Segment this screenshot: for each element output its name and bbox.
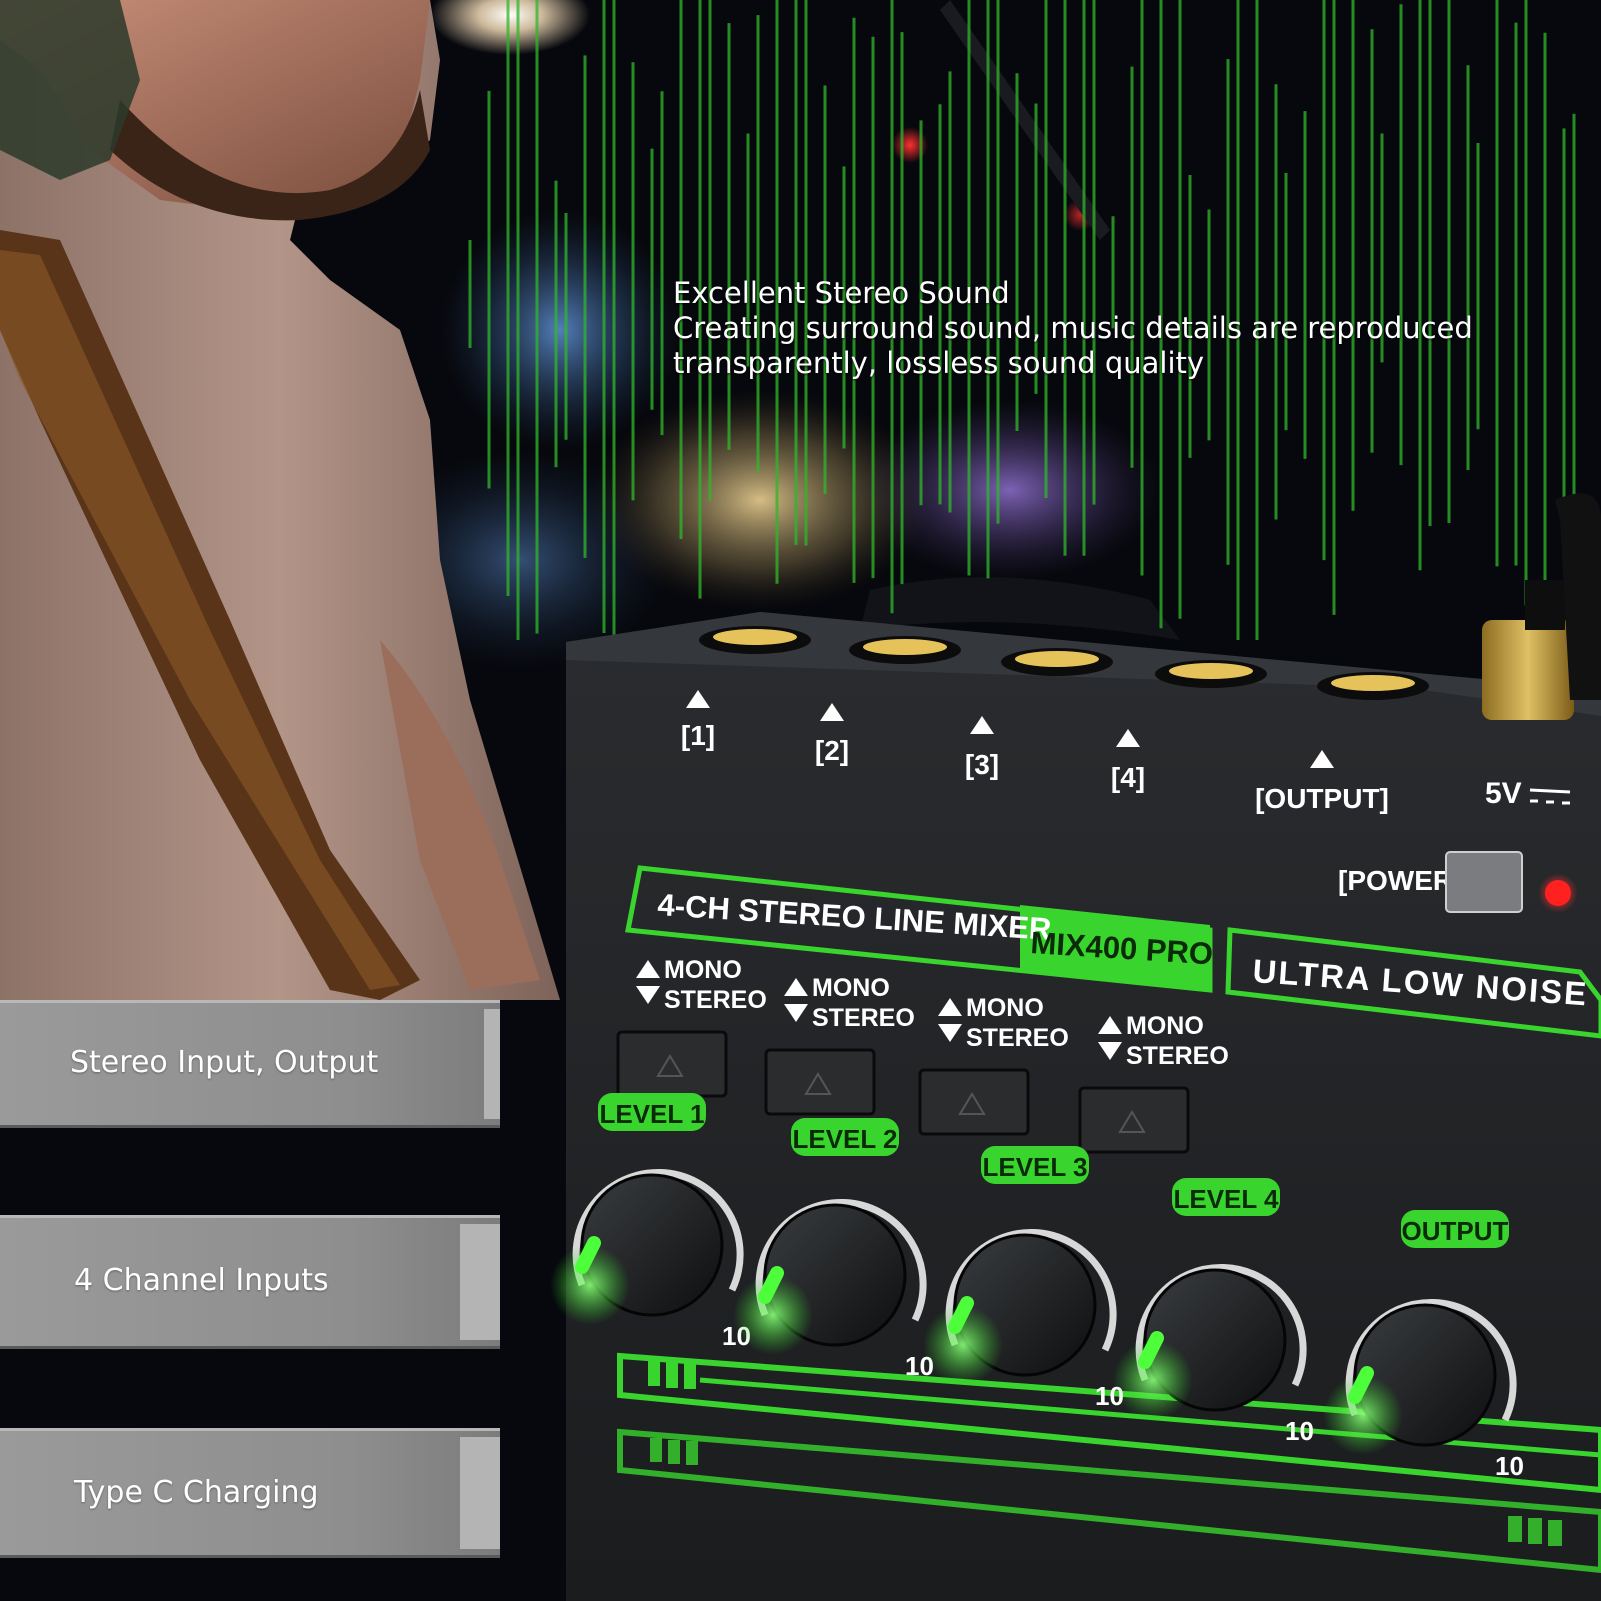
photo-background: [1] [2] [3] [4] [OUTPUT] 5V [POWER] 4-CH… xyxy=(0,0,1601,1601)
knob-label: LEVEL 4 xyxy=(1173,1184,1279,1214)
mode-switch-button xyxy=(616,1030,728,1098)
feature-banner-stereo: Stereo Input, Output xyxy=(0,1000,500,1128)
mode-stereo-label: STEREO xyxy=(664,986,767,1014)
mode-mono-label: MONO xyxy=(664,956,742,984)
power-led xyxy=(1545,880,1571,906)
banner-edge xyxy=(460,1437,500,1549)
knob-label: LEVEL 3 xyxy=(982,1152,1087,1182)
mode-switch-button xyxy=(918,1068,1030,1136)
knob-label: LEVEL 1 xyxy=(599,1099,704,1129)
mode-switch-button xyxy=(1078,1086,1190,1154)
feature-label: Type C Charging xyxy=(74,1475,319,1510)
jack-label: [2] xyxy=(815,735,849,766)
mode-mono-label: MONO xyxy=(1126,1012,1204,1040)
jack-label: [4] xyxy=(1111,762,1145,793)
jack-label: [1] xyxy=(681,720,715,751)
jack-label: [OUTPUT] xyxy=(1255,783,1389,814)
caption-line: Creating surround sound, music details a… xyxy=(673,311,1473,345)
power-input-label: 5V xyxy=(1485,777,1522,810)
power-label: [POWER] xyxy=(1338,865,1462,896)
mode-stereo-label: STEREO xyxy=(1126,1042,1229,1070)
power-button xyxy=(1445,851,1523,913)
feature-label: 4 Channel Inputs xyxy=(74,1263,329,1298)
knob-label: LEVEL 2 xyxy=(792,1124,897,1154)
mode-stereo-label: STEREO xyxy=(812,1004,915,1032)
mode-mono-label: MONO xyxy=(812,974,890,1002)
mode-stereo-label: STEREO xyxy=(966,1024,1069,1052)
caption-heading: Excellent Stereo Sound xyxy=(673,276,1010,310)
banner-edge xyxy=(460,1224,500,1340)
feature-banner-charging: Type C Charging xyxy=(0,1428,500,1558)
knob-scale-max: 10 xyxy=(1495,1451,1524,1481)
mode-mono-label: MONO xyxy=(966,994,1044,1022)
feature-caption: Excellent Stereo Sound Creating surround… xyxy=(673,276,1473,381)
product-photo: [1] [2] [3] [4] [OUTPUT] 5V [POWER] 4-CH… xyxy=(0,0,1601,1601)
banner-edge xyxy=(484,1009,500,1119)
knob-label: OUTPUT xyxy=(1402,1216,1509,1246)
jack-label: [3] xyxy=(965,749,999,780)
feature-label: Stereo Input, Output xyxy=(70,1045,379,1080)
feature-banner-channels: 4 Channel Inputs xyxy=(0,1215,500,1349)
mode-switch-button xyxy=(764,1048,876,1116)
caption-line: transparently, lossless sound quality xyxy=(673,346,1205,380)
knob-scale-max: 10 xyxy=(1285,1416,1314,1446)
